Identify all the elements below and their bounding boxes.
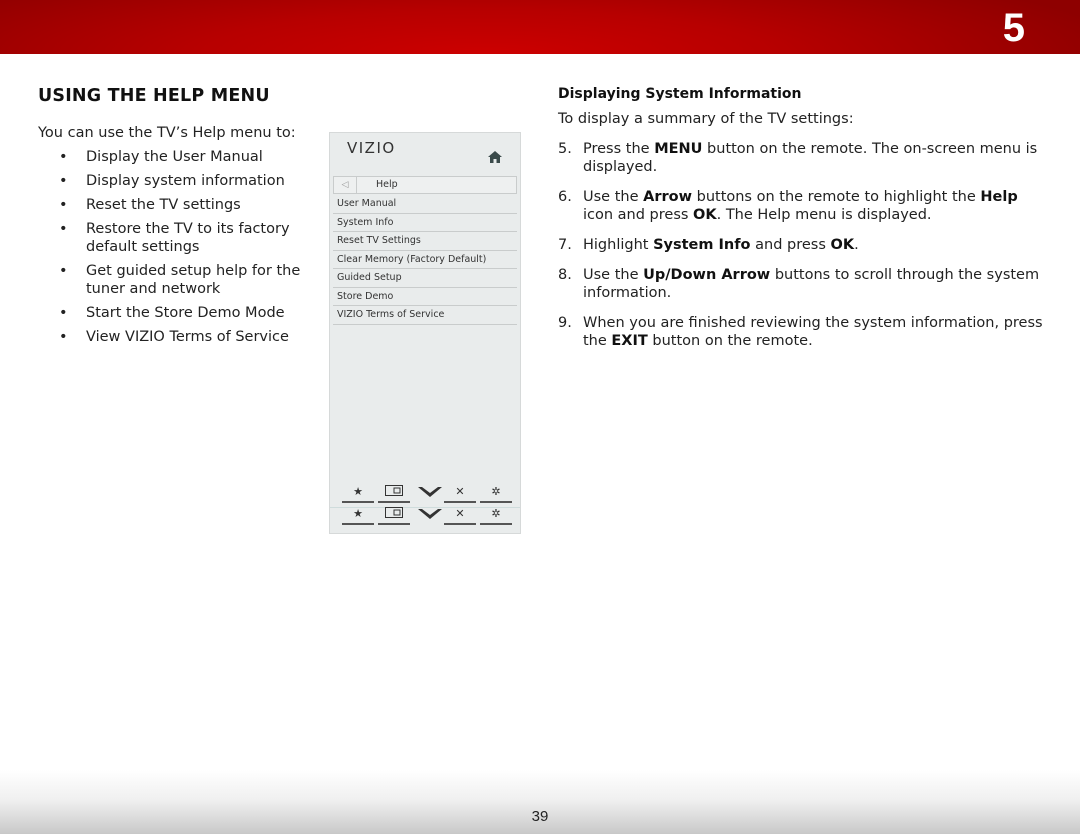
instruction-step: 6. Use the Arrow buttons on the remote to… — [558, 188, 1048, 224]
help-menu-item[interactable]: VIZIO Terms of Service — [333, 306, 517, 325]
emphasized-term: EXIT — [611, 333, 648, 349]
step-text-fragment: buttons on the remote to highlight the — [692, 189, 981, 205]
bullet-icon: • — [59, 197, 68, 213]
instruction-step: 9. When you are finished reviewing the sy… — [558, 314, 1048, 350]
star-icon[interactable]: ★ — [342, 507, 374, 525]
menu-icon-row: ★ ✕ ✲ — [338, 485, 514, 503]
step-number: 7. — [558, 237, 572, 253]
settings-gear-icon[interactable]: ✲ — [480, 485, 512, 503]
back-arrow-icon[interactable]: ◁ — [334, 177, 357, 193]
feature-list-item: • Display system information — [56, 172, 306, 190]
emphasized-term: OK — [693, 207, 717, 223]
step-number: 6. — [558, 189, 572, 205]
bullet-icon: • — [59, 173, 68, 189]
step-number: 8. — [558, 267, 572, 283]
vizio-v-icon[interactable] — [414, 485, 446, 501]
step-text: Highlight System Info and press OK. — [583, 237, 859, 253]
step-text: When you are finished reviewing the syst… — [583, 315, 1043, 349]
feature-text: Display system information — [86, 173, 285, 189]
step-text-fragment: and press — [750, 237, 831, 253]
feature-text: Start the Store Demo Mode — [86, 305, 285, 321]
close-icon[interactable]: ✕ — [444, 507, 476, 525]
bullet-icon: • — [59, 329, 68, 345]
help-menu-item[interactable]: Store Demo — [333, 288, 517, 306]
feature-list-item: • Get guided setup help for the tuner and… — [56, 262, 306, 298]
emphasized-term: Arrow — [643, 189, 692, 205]
feature-list-item: • Start the Store Demo Mode — [56, 304, 306, 322]
help-menu-items: User Manual System Info Reset TV Settings C… — [333, 195, 517, 325]
emphasized-term: MENU — [654, 141, 703, 157]
help-menu-title: Help — [376, 179, 398, 190]
instruction-step: 5. Press the MENU button on the remote. T… — [558, 140, 1048, 176]
help-menu-item[interactable]: Clear Memory (Factory Default) — [333, 251, 517, 269]
chapter-number: 5 — [1002, 6, 1025, 50]
step-text-fragment: Highlight — [583, 237, 654, 253]
instruction-step: 7. Highlight System Info and press OK. — [558, 236, 1048, 254]
step-text-fragment: button on the remote. — [647, 333, 813, 349]
step-text-fragment: . The Help menu is displayed. — [716, 207, 932, 223]
step-text-fragment: . — [854, 237, 859, 253]
emphasized-term: Help — [980, 189, 1018, 205]
step-number: 5. — [558, 141, 572, 157]
help-menu-item[interactable]: Reset TV Settings — [333, 232, 517, 251]
step-text-fragment: Use the — [583, 189, 644, 205]
emphasized-term: Up/Down Arrow — [643, 267, 771, 283]
feature-list-item: • Reset the TV settings — [56, 196, 306, 214]
instruction-step: 8. Use the Up/Down Arrow buttons to scrol… — [558, 266, 1048, 302]
vizio-v-icon[interactable] — [414, 507, 446, 523]
feature-text: Reset the TV settings — [86, 197, 241, 213]
help-menu-header: ◁ Help — [333, 176, 517, 194]
help-menu-item[interactable]: Guided Setup — [333, 269, 517, 288]
emphasized-term: System Info — [653, 237, 751, 253]
star-icon[interactable]: ★ — [342, 485, 374, 503]
lead-text: To display a summary of the TV settings: — [558, 111, 854, 127]
step-text-fragment: Press the — [583, 141, 655, 157]
home-icon — [488, 151, 502, 163]
section-title: USING THE HELP MENU — [38, 86, 270, 106]
feature-text: Display the User Manual — [86, 149, 263, 165]
feature-list-item: • Display the User Manual — [56, 148, 306, 166]
step-text: Press the MENU button on the remote. The… — [583, 141, 1037, 175]
emphasized-term: OK — [830, 237, 855, 253]
feature-text: View VIZIO Terms of Service — [86, 329, 289, 345]
feature-list: • Display the User Manual • Display system … — [56, 148, 306, 352]
subheading: Displaying System Information — [558, 86, 802, 102]
close-icon[interactable]: ✕ — [444, 485, 476, 503]
step-text: Use the Arrow buttons on the remote to h… — [583, 189, 1018, 223]
help-menu-item[interactable]: System Info — [333, 214, 517, 232]
feature-text: Get guided setup help for the tuner and … — [86, 263, 301, 297]
instruction-steps: 5. Press the MENU button on the remote. T… — [558, 140, 1048, 362]
settings-gear-icon[interactable]: ✲ — [480, 507, 512, 525]
tv-help-menu-screenshot: VIZIO ◁ Help User Manual System Info Reset… — [329, 132, 521, 534]
step-number: 9. — [558, 315, 572, 331]
step-text-fragment: icon and press — [583, 207, 694, 223]
step-text: Use the Up/Down Arrow buttons to scroll … — [583, 267, 1039, 301]
feature-list-item: • Restore the TV to its factory default s… — [56, 220, 306, 256]
bullet-icon: • — [59, 263, 68, 279]
vizio-logo: VIZIO — [347, 139, 396, 157]
chapter-banner: 5 — [0, 0, 1080, 54]
bullet-icon: • — [59, 149, 68, 165]
page-number: 39 — [531, 808, 549, 825]
picture-size-icon[interactable] — [378, 507, 410, 525]
feature-list-item: • View VIZIO Terms of Service — [56, 328, 306, 346]
step-text-fragment: Use the — [583, 267, 644, 283]
bullet-icon: • — [59, 221, 68, 237]
menu-icon-row: ★ ✕ ✲ — [338, 507, 514, 525]
intro-text: You can use the TV’s Help menu to: — [38, 125, 296, 141]
bullet-icon: • — [59, 305, 68, 321]
feature-text: Restore the TV to its factory default se… — [86, 221, 290, 255]
picture-size-icon[interactable] — [378, 485, 410, 503]
help-menu-item[interactable]: User Manual — [333, 195, 517, 214]
